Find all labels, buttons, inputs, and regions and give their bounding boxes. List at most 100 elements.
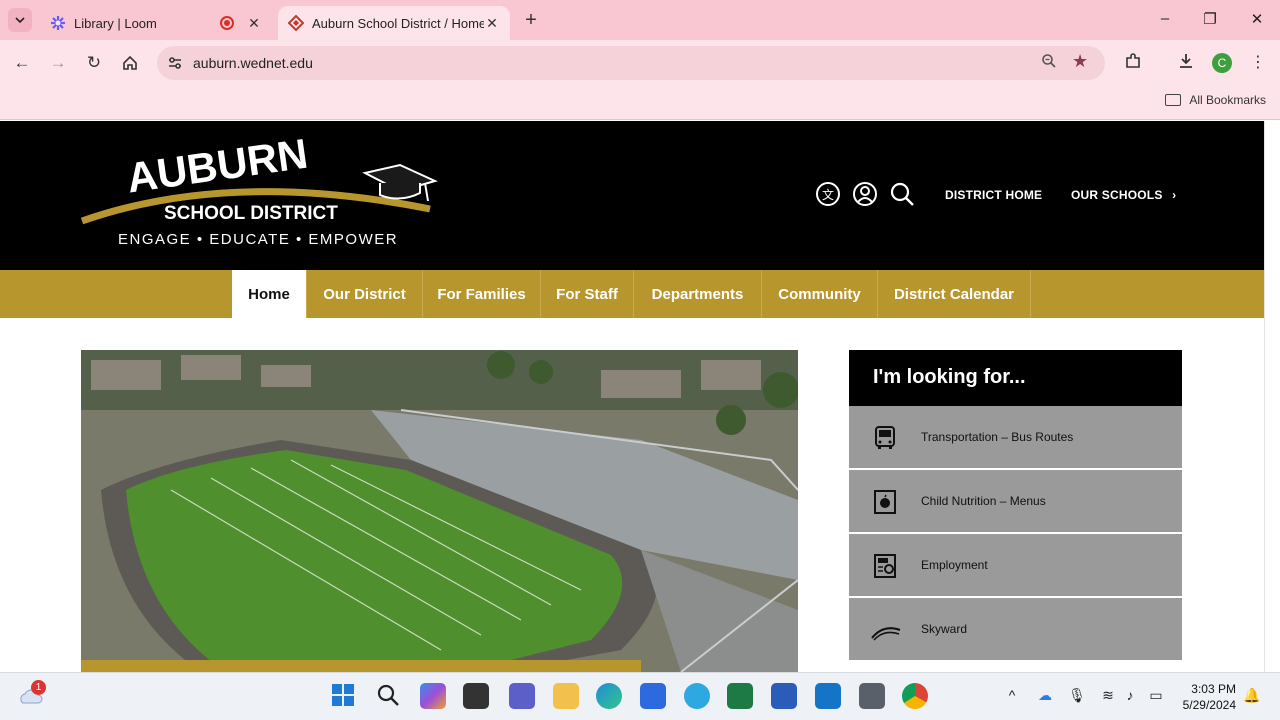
word-icon[interactable] — [771, 683, 797, 709]
nav-home[interactable]: Home — [232, 270, 307, 318]
chevron-down-icon — [15, 17, 25, 24]
teams-icon[interactable] — [509, 683, 535, 709]
quick-link-child-nutrition[interactable]: Child Nutrition – Menus — [849, 470, 1182, 533]
notification-badge: 1 — [31, 680, 46, 695]
url-text: auburn.wednet.edu — [193, 55, 313, 71]
nav-departments[interactable]: Departments — [634, 270, 762, 318]
hero-caption-bar — [81, 660, 641, 672]
onedrive-icon[interactable]: ☁ — [1036, 687, 1054, 704]
tab-search-button[interactable] — [8, 8, 32, 32]
volume-icon[interactable]: ♪ — [1121, 687, 1139, 703]
quick-link-transportation[interactable]: Transportation – Bus Routes — [849, 406, 1182, 469]
site-header: AUBURN SCHOOL DISTRICT ENGAGE • EDUCATE … — [0, 121, 1264, 270]
menu-kebab-icon[interactable]: ⋮ — [1247, 52, 1269, 72]
clock-date: 5/29/2024 — [1182, 698, 1236, 712]
back-icon[interactable]: ← — [11, 52, 33, 74]
windows-start-icon[interactable] — [331, 683, 357, 709]
all-bookmarks-button[interactable]: All Bookmarks — [1165, 93, 1266, 107]
outlook-icon[interactable] — [815, 683, 841, 709]
download-icon[interactable] — [1175, 52, 1197, 75]
close-tab-icon[interactable]: ✕ — [246, 15, 262, 32]
quick-link-label: Employment — [921, 558, 988, 572]
page-scrollbar[interactable] — [1264, 121, 1280, 672]
new-tab-button[interactable]: + — [520, 9, 542, 32]
our-schools-label: OUR SCHOOLS — [1071, 188, 1163, 202]
minimize-icon[interactable]: – — [1155, 10, 1175, 27]
tab-title: Auburn School District / Homep — [312, 15, 484, 31]
tab-auburn[interactable]: Auburn School District / Homep ✕ — [278, 6, 510, 40]
bus-icon — [871, 424, 899, 452]
restore-icon[interactable]: ❐ — [1200, 10, 1220, 28]
bookmarks-bar: All Bookmarks — [0, 86, 1280, 120]
store-icon[interactable] — [640, 683, 666, 709]
graduation-cap-icon — [362, 163, 438, 202]
translate-icon[interactable]: 文 — [815, 181, 841, 207]
svg-text:SCHOOL DISTRICT: SCHOOL DISTRICT — [164, 203, 338, 224]
address-bar[interactable]: auburn.wednet.edu ★ — [157, 46, 1105, 80]
edge-icon[interactable] — [596, 683, 622, 709]
taskbar-search-icon[interactable] — [376, 683, 402, 709]
nav-district-calendar[interactable]: District Calendar — [878, 270, 1031, 318]
profile-avatar[interactable]: C — [1212, 53, 1232, 73]
battery-icon[interactable]: ▭ — [1147, 687, 1165, 704]
close-window-icon[interactable]: ✕ — [1247, 10, 1267, 28]
chevron-right-icon: › — [1172, 188, 1177, 202]
zoom-icon[interactable] — [1041, 53, 1057, 73]
jobs-newspaper-icon — [871, 552, 899, 580]
nav-our-district[interactable]: Our District — [307, 270, 423, 318]
district-home-link[interactable]: DISTRICT HOME — [945, 188, 1042, 202]
microphone-icon[interactable]: 🎙 — [1068, 687, 1086, 704]
hero-image-stadium[interactable] — [81, 350, 798, 672]
quick-links-panel: I'm looking for... Transportation – Bus … — [849, 350, 1182, 672]
nav-for-families[interactable]: For Families — [423, 270, 541, 318]
browser-toolbar: ← → ↻ auburn.wednet.edu ★ ⋮ — [0, 40, 1280, 86]
tray-chevron-up-icon[interactable]: ^ — [1003, 687, 1021, 703]
district-logo[interactable]: AUBURN SCHOOL DISTRICT ENGAGE • EDUCATE … — [80, 130, 460, 259]
nav-for-staff[interactable]: For Staff — [541, 270, 634, 318]
site-info-icon[interactable] — [167, 55, 183, 71]
system-clock[interactable]: 3:03 PM 5/29/2024 — [1183, 681, 1236, 713]
auburn-logo-graphic: AUBURN SCHOOL DISTRICT — [80, 130, 438, 225]
chrome-icon[interactable] — [902, 683, 928, 709]
search-icon[interactable] — [889, 181, 915, 207]
home-icon[interactable] — [119, 52, 141, 74]
quick-link-label: Skyward — [921, 622, 968, 636]
forward-icon[interactable]: → — [47, 52, 69, 74]
excel-icon[interactable] — [727, 683, 753, 709]
help-icon[interactable] — [684, 683, 710, 709]
windows-taskbar: 1 ^ ☁ 🎙 ≋ ♪ ▭ 3:03 PM 5/29/2024 🔔 — [0, 672, 1280, 720]
recording-icon — [220, 16, 234, 30]
logo-tagline: ENGAGE • EDUCATE • EMPOWER — [118, 231, 399, 248]
wifi-icon[interactable]: ≋ — [1099, 687, 1117, 704]
notification-bell-icon[interactable]: 🔔 — [1243, 687, 1261, 704]
reload-icon[interactable]: ↻ — [83, 52, 105, 74]
site-favicon-icon — [288, 15, 304, 31]
apple-icon — [871, 488, 899, 516]
our-schools-link[interactable]: OUR SCHOOLS › — [1071, 188, 1176, 202]
quick-link-employment[interactable]: Employment — [849, 534, 1182, 597]
browser-tab-bar: Library | Loom ✕ Auburn School District … — [0, 0, 1280, 40]
extensions-icon[interactable] — [1122, 52, 1144, 75]
file-explorer-icon[interactable] — [553, 683, 579, 709]
calculator-icon[interactable] — [859, 683, 885, 709]
stadium-aerial-photo — [81, 350, 798, 672]
tab-title: Library | Loom — [74, 15, 157, 31]
main-navigation: Home Our District For Families For Staff… — [0, 270, 1264, 318]
loom-icon — [50, 15, 66, 31]
bookmark-star-icon[interactable]: ★ — [1072, 51, 1088, 72]
folder-icon — [1165, 94, 1182, 106]
quick-link-skyward[interactable]: Skyward — [849, 598, 1182, 661]
user-account-icon[interactable] — [852, 181, 878, 207]
panel-title: I'm looking for... — [849, 350, 1182, 406]
close-tab-icon[interactable]: ✕ — [484, 15, 500, 32]
quick-link-label: Child Nutrition – Menus — [921, 494, 1046, 508]
web-page: AUBURN SCHOOL DISTRICT ENGAGE • EDUCATE … — [0, 121, 1264, 672]
task-view-icon[interactable] — [463, 683, 489, 709]
svg-text:文: 文 — [822, 187, 834, 202]
tab-loom[interactable]: Library | Loom ✕ — [40, 6, 272, 40]
copilot-icon[interactable] — [420, 683, 446, 709]
quick-link-label: Transportation – Bus Routes — [921, 430, 1074, 444]
all-bookmarks-label: All Bookmarks — [1189, 93, 1266, 107]
nav-community[interactable]: Community — [762, 270, 878, 318]
skyward-logo-icon — [871, 616, 901, 644]
